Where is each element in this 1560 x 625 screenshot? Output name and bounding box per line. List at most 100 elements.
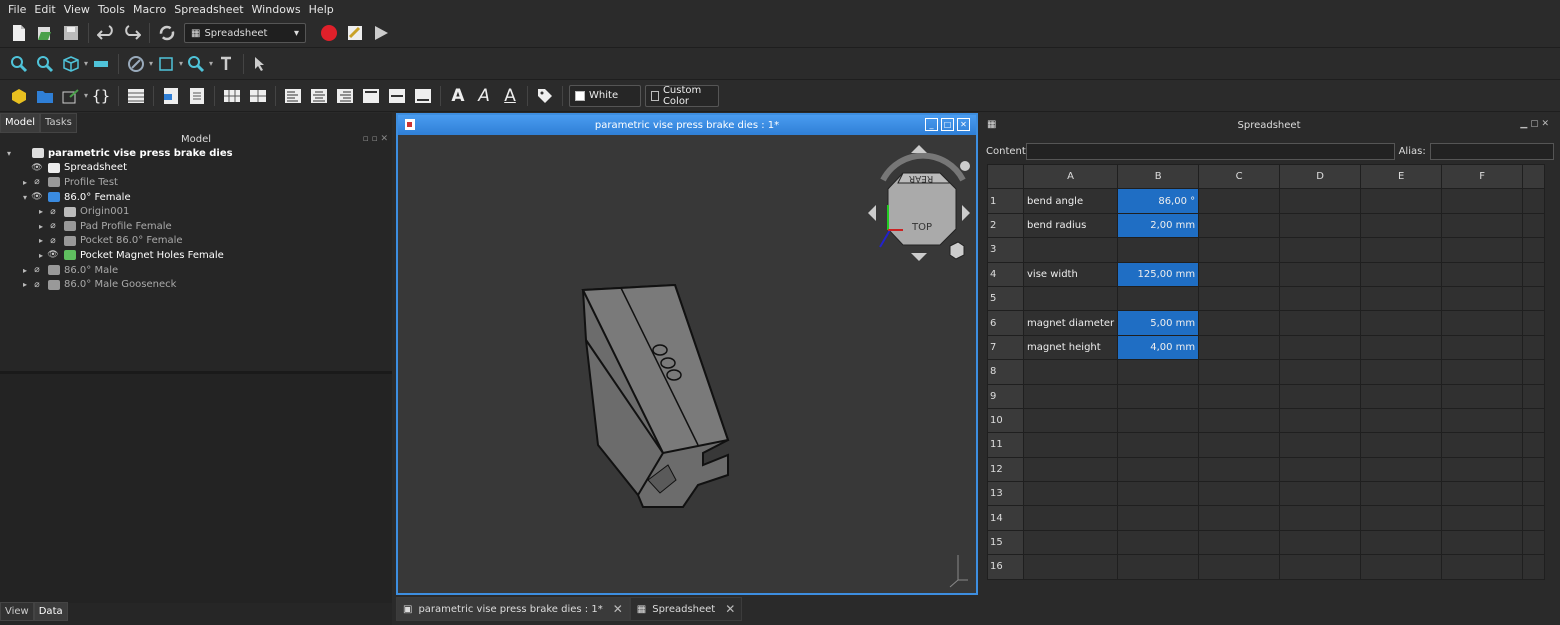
- tree-item[interactable]: 👁 Spreadsheet: [0, 161, 392, 176]
- tab-data[interactable]: Data: [33, 602, 68, 621]
- expand-icon[interactable]: ▸: [36, 207, 46, 216]
- chevron-down-icon[interactable]: ▾: [179, 59, 183, 68]
- column-header[interactable]: [1522, 163, 1546, 190]
- cell-a[interactable]: [1022, 237, 1119, 263]
- bounding-box-icon[interactable]: [155, 53, 177, 75]
- cell-a[interactable]: [1022, 407, 1119, 434]
- chevron-down-icon[interactable]: ▾: [84, 91, 88, 100]
- cell[interactable]: [1198, 383, 1281, 409]
- cell-b[interactable]: 86,00 °: [1117, 188, 1200, 214]
- row-header[interactable]: 14: [987, 505, 1024, 531]
- expand-icon[interactable]: ▸: [36, 236, 46, 245]
- chevron-down-icon[interactable]: ▾: [149, 59, 153, 68]
- draw-style-icon[interactable]: [125, 53, 147, 75]
- import-part-icon[interactable]: [8, 85, 30, 107]
- cell-a[interactable]: [1022, 505, 1119, 531]
- cell[interactable]: [1360, 529, 1443, 556]
- cell[interactable]: [1279, 529, 1362, 556]
- cell-a[interactable]: [1022, 432, 1119, 458]
- cell[interactable]: [1441, 334, 1524, 361]
- cell-b[interactable]: 4,00 mm: [1117, 334, 1200, 361]
- cell[interactable]: [1198, 407, 1281, 434]
- align-bottom-icon[interactable]: [412, 85, 434, 107]
- expand-icon[interactable]: ▸: [36, 251, 46, 260]
- row-header[interactable]: 5: [987, 285, 1024, 312]
- fit-all-icon[interactable]: [8, 53, 30, 75]
- cell[interactable]: [1279, 383, 1362, 409]
- visibility-icon[interactable]: 👁: [30, 192, 44, 202]
- cell[interactable]: [1360, 261, 1443, 287]
- row-header[interactable]: 13: [987, 481, 1024, 507]
- cell[interactable]: [1441, 481, 1524, 507]
- macro-edit-icon[interactable]: [344, 22, 366, 44]
- folder-icon[interactable]: [34, 85, 56, 107]
- cell[interactable]: [1360, 554, 1443, 580]
- cell[interactable]: [1279, 456, 1362, 483]
- cell[interactable]: [1441, 383, 1524, 409]
- 3d-canvas[interactable]: REAR TOP: [398, 135, 976, 593]
- menu-help[interactable]: Help: [305, 3, 338, 16]
- cell[interactable]: [1441, 456, 1524, 483]
- import-csv-icon[interactable]: [160, 85, 182, 107]
- row-header[interactable]: 10: [987, 407, 1024, 434]
- cell[interactable]: [1441, 359, 1524, 385]
- create-spreadsheet-icon[interactable]: [125, 85, 147, 107]
- cell[interactable]: [1522, 529, 1546, 556]
- cell[interactable]: [1279, 505, 1362, 531]
- cell[interactable]: [1198, 188, 1281, 214]
- menu-edit[interactable]: Edit: [30, 3, 59, 16]
- cell[interactable]: [1198, 237, 1281, 263]
- tab-3d-view[interactable]: ▣ parametric vise press brake dies : 1* …: [396, 597, 630, 621]
- row-header[interactable]: 3: [987, 237, 1024, 263]
- cell[interactable]: [1360, 237, 1443, 263]
- cell[interactable]: [1441, 237, 1524, 263]
- column-header[interactable]: A: [1022, 163, 1119, 190]
- expand-icon[interactable]: ▸: [20, 178, 30, 187]
- macro-record-icon[interactable]: [318, 22, 340, 44]
- cell[interactable]: [1441, 505, 1524, 531]
- cell-a[interactable]: magnet height: [1022, 334, 1119, 361]
- cell[interactable]: [1441, 212, 1524, 239]
- cell-a[interactable]: [1022, 383, 1119, 409]
- cell[interactable]: [1522, 334, 1546, 361]
- tree-item[interactable]: ▸ ⌀ 86.0° Male Gooseneck: [0, 277, 392, 292]
- visibility-icon[interactable]: ⌀: [46, 207, 60, 217]
- expand-icon[interactable]: ▾: [20, 193, 30, 202]
- bold-icon[interactable]: A: [447, 85, 469, 107]
- cell[interactable]: [1279, 432, 1362, 458]
- visibility-icon[interactable]: 👁: [46, 250, 60, 260]
- cell-a[interactable]: [1022, 456, 1119, 483]
- row-header[interactable]: 1: [987, 188, 1024, 214]
- row-header[interactable]: 8: [987, 359, 1024, 385]
- zoom-icon[interactable]: [185, 53, 207, 75]
- expand-icon[interactable]: ▸: [20, 266, 30, 275]
- refresh-icon[interactable]: [156, 22, 178, 44]
- cell[interactable]: [1198, 481, 1281, 507]
- open-document-icon[interactable]: [34, 22, 56, 44]
- cell[interactable]: [1522, 481, 1546, 507]
- visibility-icon[interactable]: ⌀: [30, 177, 44, 187]
- tree-item[interactable]: ▸ ⌀ Origin001: [0, 204, 392, 219]
- save-icon[interactable]: [60, 22, 82, 44]
- column-header[interactable]: D: [1279, 163, 1362, 190]
- cell-b[interactable]: [1117, 359, 1200, 385]
- visibility-icon[interactable]: 👁: [30, 163, 44, 173]
- align-right-icon[interactable]: [334, 85, 356, 107]
- column-header[interactable]: F: [1441, 163, 1524, 190]
- content-input[interactable]: [1026, 142, 1395, 160]
- measure-icon[interactable]: [90, 53, 112, 75]
- cell[interactable]: [1522, 359, 1546, 385]
- cell[interactable]: [1198, 261, 1281, 287]
- white-color-button[interactable]: White: [569, 84, 642, 107]
- cell[interactable]: [1279, 481, 1362, 507]
- alias-input[interactable]: [1430, 142, 1554, 160]
- fit-selection-icon[interactable]: [34, 53, 56, 75]
- cell[interactable]: [1360, 383, 1443, 409]
- menu-file[interactable]: File: [4, 3, 30, 16]
- tree-item[interactable]: ▸ ⌀ Pad Profile Female: [0, 219, 392, 234]
- cell[interactable]: [1522, 285, 1546, 312]
- cell[interactable]: [1198, 554, 1281, 580]
- column-header[interactable]: E: [1360, 163, 1443, 190]
- cell[interactable]: [1279, 285, 1362, 312]
- tree-item[interactable]: ▾ 👁 86.0° Female: [0, 190, 392, 205]
